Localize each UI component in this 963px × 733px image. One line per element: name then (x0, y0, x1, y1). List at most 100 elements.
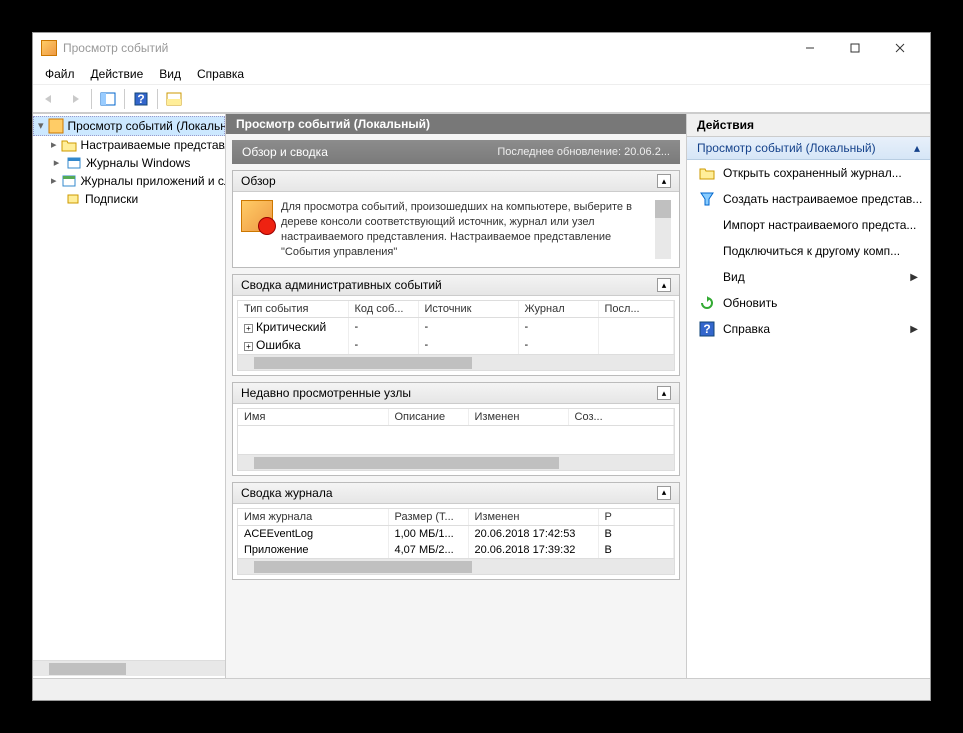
action-open-saved-log[interactable]: Открыть сохраненный журнал... (687, 160, 930, 186)
col-source[interactable]: Источник (418, 301, 518, 318)
panel-title: Сводка административных событий (241, 278, 442, 292)
col-r[interactable]: Р (598, 509, 674, 526)
action-import-custom-view[interactable]: Импорт настраиваемого предста... (687, 212, 930, 238)
blank-icon (699, 243, 715, 259)
col-mod[interactable]: Изменен (468, 509, 598, 526)
table-row[interactable]: +Критический --- (238, 318, 674, 337)
show-tree-button[interactable] (96, 87, 120, 111)
action-create-custom-view[interactable]: Создать настраиваемое представ... (687, 186, 930, 212)
tree-subscriptions[interactable]: Подписки (33, 190, 225, 208)
subscription-icon (65, 191, 81, 207)
overview-text: Для просмотра событий, произошедших на к… (281, 200, 647, 259)
tree-h-scrollbar[interactable] (33, 660, 225, 676)
expand-icon[interactable]: ▸ (51, 158, 62, 169)
tree-root[interactable]: ▾ Просмотр событий (Локальный) (33, 116, 225, 136)
window-title: Просмотр событий (63, 41, 787, 55)
applog-icon (61, 173, 77, 189)
panel-title: Недавно просмотренные узлы (241, 386, 411, 400)
col-created[interactable]: Соз... (568, 409, 674, 426)
panel-title: Сводка журнала (241, 486, 333, 500)
action-help-submenu[interactable]: ? Справка ▶ (687, 316, 930, 342)
last-updated: Последнее обновление: 20.06.2... (497, 146, 670, 158)
maximize-button[interactable] (832, 34, 877, 62)
chevron-up-icon[interactable]: ▴ (914, 141, 920, 155)
toolbar: ? (33, 85, 930, 113)
chevron-up-icon[interactable]: ▴ (657, 486, 671, 500)
menu-file[interactable]: Файл (37, 65, 83, 83)
col-id[interactable]: Код соб... (348, 301, 418, 318)
blank-icon (699, 269, 715, 285)
panel-recent-head[interactable]: Недавно просмотренные узлы ▴ (233, 383, 679, 404)
actions-header: Действия (687, 114, 930, 137)
action-view-submenu[interactable]: Вид ▶ (687, 264, 930, 290)
h-scrollbar[interactable] (238, 558, 674, 574)
menu-action[interactable]: Действие (83, 65, 152, 83)
tree-pane[interactable]: ▾ Просмотр событий (Локальный) ▸ Настраи… (33, 114, 226, 678)
col-size[interactable]: Размер (Т... (388, 509, 468, 526)
menu-view[interactable]: Вид (151, 65, 189, 83)
forward-button (63, 87, 87, 111)
panel-admin-summary: Сводка административных событий ▴ Тип со… (232, 274, 680, 376)
recent-nodes-table[interactable]: Имя Описание Изменен Соз... (238, 409, 674, 454)
help-button[interactable]: ? (129, 87, 153, 111)
event-viewer-window: Просмотр событий Файл Действие Вид Справ… (32, 32, 931, 701)
col-log[interactable]: Журнал (518, 301, 598, 318)
overview-title: Обзор и сводка (242, 145, 328, 159)
expand-icon[interactable]: + (244, 324, 253, 333)
tree-label: Настраиваемые представления (81, 138, 226, 152)
h-scrollbar[interactable] (238, 354, 674, 370)
chevron-up-icon[interactable]: ▴ (657, 174, 671, 188)
chevron-up-icon[interactable]: ▴ (657, 278, 671, 292)
overview-bar: Обзор и сводка Последнее обновление: 20.… (232, 140, 680, 164)
col-type[interactable]: Тип события (238, 301, 348, 318)
content-area: ▾ Просмотр событий (Локальный) ▸ Настраи… (33, 113, 930, 678)
chevron-up-icon[interactable]: ▴ (657, 386, 671, 400)
panel-overview-head[interactable]: Обзор ▴ (233, 171, 679, 192)
col-last[interactable]: Посл... (598, 301, 674, 318)
tree-label: Журналы приложений и служб (81, 174, 226, 188)
center-header: Просмотр событий (Локальный) (226, 114, 686, 134)
tree-windows-logs[interactable]: ▸ Журналы Windows (33, 154, 225, 172)
log-summary-table[interactable]: Имя журнала Размер (Т... Изменен Р ACEEv… (238, 509, 674, 558)
svg-text:?: ? (137, 92, 144, 106)
expand-icon[interactable]: + (244, 342, 253, 351)
titlebar: Просмотр событий (33, 33, 930, 63)
collapse-icon[interactable]: ▾ (38, 121, 44, 132)
col-logname[interactable]: Имя журнала (238, 509, 388, 526)
menubar: Файл Действие Вид Справка (33, 63, 930, 85)
menu-help[interactable]: Справка (189, 65, 252, 83)
overview-info-icon (241, 200, 273, 232)
col-name[interactable]: Имя (238, 409, 388, 426)
table-row[interactable]: ACEEventLog1,00 МБ/1...20.06.2018 17:42:… (238, 525, 674, 542)
statusbar (33, 678, 930, 700)
panel-logsum-head[interactable]: Сводка журнала ▴ (233, 483, 679, 504)
tree-label: Журналы Windows (86, 156, 190, 170)
refresh-icon (699, 295, 715, 311)
expand-icon[interactable]: ▸ (51, 176, 57, 187)
back-button (37, 87, 61, 111)
expand-icon[interactable]: ▸ (51, 140, 57, 151)
tree-root-label: Просмотр событий (Локальный) (68, 119, 226, 133)
tree-custom-views[interactable]: ▸ Настраиваемые представления (33, 136, 225, 154)
panel-overview: Обзор ▴ Для просмотра событий, произошед… (232, 170, 680, 268)
folder-icon (61, 137, 77, 153)
action-connect-computer[interactable]: Подключиться к другому комп... (687, 238, 930, 264)
panel-recent-nodes: Недавно просмотренные узлы ▴ Имя Описани… (232, 382, 680, 476)
h-scrollbar[interactable] (238, 454, 674, 470)
panel-admin-head[interactable]: Сводка административных событий ▴ (233, 275, 679, 296)
table-row[interactable]: +Ошибка --- (238, 336, 674, 354)
admin-events-table[interactable]: Тип события Код соб... Источник Журнал П… (238, 301, 674, 354)
tree-app-logs[interactable]: ▸ Журналы приложений и служб (33, 172, 225, 190)
col-desc[interactable]: Описание (388, 409, 468, 426)
preview-button[interactable] (162, 87, 186, 111)
close-button[interactable] (877, 34, 922, 62)
action-refresh[interactable]: Обновить (687, 290, 930, 316)
minimize-button[interactable] (787, 34, 832, 62)
actions-group-header[interactable]: Просмотр событий (Локальный) ▴ (687, 137, 930, 160)
overview-scrollbar[interactable] (655, 200, 671, 259)
center-pane: Просмотр событий (Локальный) Обзор и сво… (226, 114, 687, 678)
eventviewer-icon (48, 118, 64, 134)
col-mod[interactable]: Изменен (468, 409, 568, 426)
help-icon: ? (699, 321, 715, 337)
table-row[interactable]: Приложение4,07 МБ/2...20.06.2018 17:39:3… (238, 542, 674, 558)
